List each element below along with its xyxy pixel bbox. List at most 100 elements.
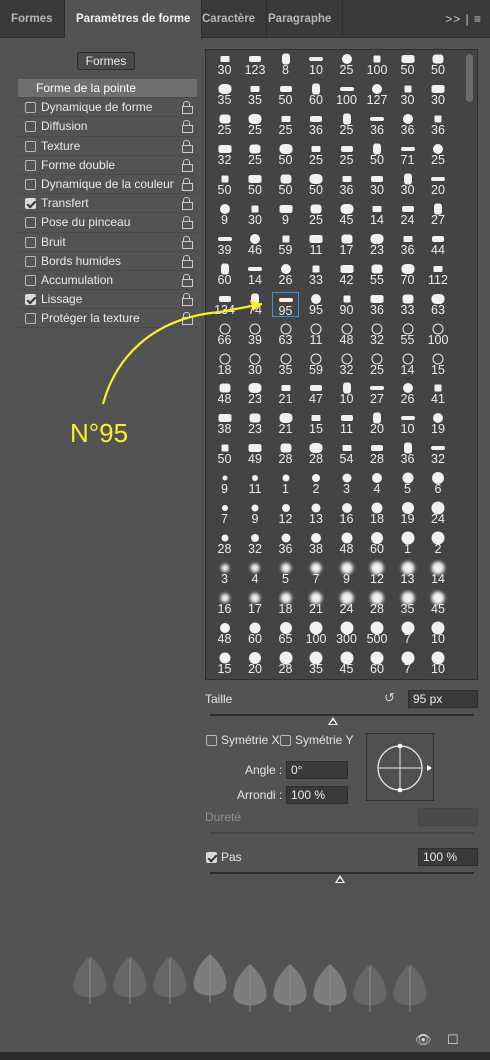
spacing-field[interactable]: 100 % (418, 848, 478, 866)
option-checkbox[interactable] (25, 294, 36, 306)
brush-tip[interactable]: 32 (242, 531, 269, 557)
brush-tip[interactable]: 50 (394, 52, 421, 78)
brush-tip[interactable]: 46 (242, 232, 269, 258)
brush-tip[interactable]: 5 (394, 471, 421, 497)
brush-tip[interactable]: 21 (272, 381, 299, 407)
brush-tip[interactable]: 2 (425, 531, 452, 557)
brush-tip[interactable]: 15 (303, 411, 330, 437)
brush-tip[interactable]: 36 (364, 112, 391, 138)
brush-tip[interactable]: 60 (364, 651, 391, 677)
brush-tip[interactable]: 100 (333, 82, 360, 108)
option-6[interactable]: Transfert (18, 194, 197, 214)
option-checkbox[interactable] (25, 255, 36, 267)
size-slider-track[interactable] (210, 714, 474, 716)
brush-tip[interactable]: 3 (211, 561, 238, 587)
brush-tip[interactable]: 18 (364, 501, 391, 527)
spacing-checkbox[interactable] (206, 852, 217, 863)
brush-tip[interactable]: 50 (303, 172, 330, 198)
brush-tip[interactable]: 25 (211, 112, 238, 138)
brush-tip[interactable]: 26 (394, 381, 421, 407)
brush-tip[interactable]: 8 (272, 52, 299, 78)
brush-tip[interactable]: 100 (364, 52, 391, 78)
brush-tip[interactable]: 36 (333, 172, 360, 198)
brush-tip[interactable]: 7 (394, 621, 421, 647)
brush-tip[interactable]: 9 (242, 501, 269, 527)
brush-tip[interactable]: 60 (364, 531, 391, 557)
brush-tip[interactable]: 16 (333, 501, 360, 527)
option-checkbox[interactable] (25, 274, 36, 286)
brush-tip[interactable]: 9 (211, 471, 238, 497)
option-9[interactable]: Bords humides (18, 252, 197, 271)
brush-tip[interactable]: 54 (333, 441, 360, 467)
brush-tip[interactable]: 23 (364, 232, 391, 258)
brush-tip[interactable]: 74 (242, 292, 269, 318)
angle-field[interactable]: 0° (286, 761, 348, 779)
brush-tip[interactable]: 70 (394, 262, 421, 288)
lock-icon[interactable] (182, 293, 193, 307)
grid-scrollbar[interactable] (466, 54, 473, 102)
brush-tip[interactable]: 26 (272, 262, 299, 288)
brush-tip[interactable]: 36 (272, 531, 299, 557)
brush-tip[interactable]: 14 (394, 352, 421, 378)
brush-tip[interactable]: 24 (394, 202, 421, 228)
option-10[interactable]: Accumulation (18, 271, 197, 291)
lock-icon[interactable] (182, 254, 193, 268)
brush-tip[interactable]: 36 (394, 441, 421, 467)
brush-tip[interactable]: 25 (364, 352, 391, 378)
flip-x-checkbox[interactable] (206, 735, 217, 746)
brush-tip[interactable]: 47 (303, 381, 330, 407)
brush-tip[interactable]: 25 (333, 112, 360, 138)
brush-tip[interactable]: 16 (211, 591, 238, 617)
brush-tip[interactable]: 15 (211, 651, 238, 677)
brush-tip[interactable]: 11 (242, 471, 269, 497)
brush-tip[interactable]: 25 (333, 142, 360, 168)
brush-tip[interactable]: 36 (425, 112, 452, 138)
brush-tip[interactable]: 13 (303, 501, 330, 527)
brush-tip[interactable]: 5 (272, 561, 299, 587)
brush-tip[interactable]: 36 (303, 112, 330, 138)
brush-tip[interactable]: 35 (303, 651, 330, 677)
brush-tip[interactable]: 7 (394, 651, 421, 677)
brush-tip[interactable]: 3 (333, 471, 360, 497)
option-7[interactable]: Pose du pinceau (18, 213, 197, 233)
brush-tip[interactable]: 14 (425, 561, 452, 587)
brush-tip[interactable]: 33 (394, 292, 421, 318)
brush-tip[interactable]: 4 (364, 471, 391, 497)
lock-icon[interactable] (182, 120, 193, 134)
brush-tip[interactable]: 35 (394, 591, 421, 617)
option-2[interactable]: Diffusion (18, 117, 197, 137)
brush-tip[interactable]: 21 (272, 411, 299, 437)
brush-tip[interactable]: 1 (394, 531, 421, 557)
option-checkbox[interactable] (25, 178, 36, 190)
brush-tip[interactable]: 71 (394, 142, 421, 168)
brush-tip[interactable]: 28 (211, 531, 238, 557)
brush-tip[interactable]: 50 (211, 172, 238, 198)
brush-tip[interactable]: 48 (211, 621, 238, 647)
brush-tip[interactable]: 50 (272, 142, 299, 168)
brush-tip[interactable]: 41 (425, 381, 452, 407)
lock-icon[interactable] (182, 216, 193, 230)
brush-tip[interactable]: 28 (364, 591, 391, 617)
option-5[interactable]: Dynamique de la couleur (18, 175, 197, 195)
brush-tip[interactable]: 7 (303, 561, 330, 587)
brush-tip[interactable]: 7 (211, 501, 238, 527)
brush-tip[interactable]: 36 (394, 232, 421, 258)
brush-tip[interactable]: 2 (303, 471, 330, 497)
brush-tip[interactable]: 4 (242, 561, 269, 587)
brush-tip[interactable]: 50 (272, 82, 299, 108)
brush-tip[interactable]: 45 (333, 202, 360, 228)
brush-tip[interactable]: 36 (364, 292, 391, 318)
brush-tip[interactable]: 45 (333, 651, 360, 677)
brush-tip[interactable]: 28 (303, 441, 330, 467)
brush-tip[interactable]: 35 (211, 82, 238, 108)
brush-tip[interactable]: 23 (242, 411, 269, 437)
brush-tip[interactable]: 28 (272, 651, 299, 677)
lock-icon[interactable] (182, 235, 193, 249)
brush-tip[interactable]: 19 (394, 501, 421, 527)
brush-tip[interactable]: 30 (211, 52, 238, 78)
brush-tip[interactable]: 38 (303, 531, 330, 557)
brush-tip[interactable]: 45 (425, 591, 452, 617)
brush-tip[interactable]: 18 (272, 591, 299, 617)
brush-tip[interactable]: 50 (211, 441, 238, 467)
brush-tip[interactable]: 95 (272, 291, 299, 318)
